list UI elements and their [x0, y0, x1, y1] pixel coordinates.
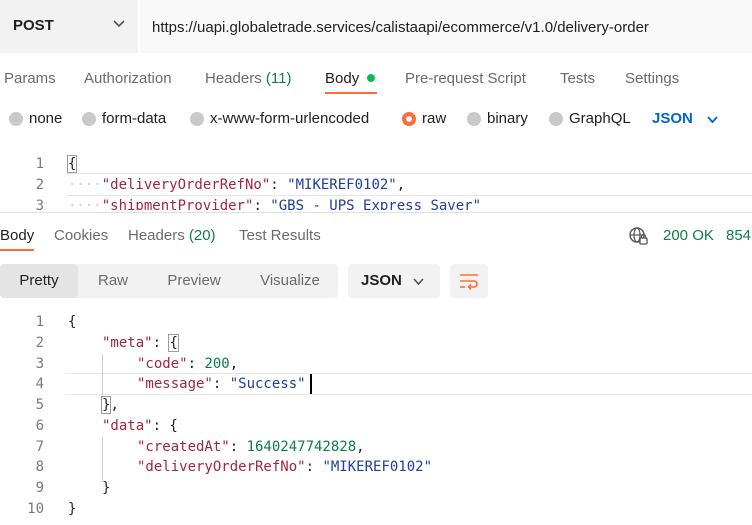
code-brace-close: }: [68, 501, 77, 517]
resp-tab-cookies[interactable]: Cookies: [54, 227, 108, 244]
json-key: "shipmentProvider": [101, 198, 254, 210]
code-line: "createdAt": 1640247742828,: [137, 439, 365, 455]
json-key: "createdAt": [137, 439, 230, 455]
request-body-editor[interactable]: 1 { 2 ····"deliveryOrderRefNo": "MIKEREF…: [0, 150, 752, 210]
resp-tab-headers[interactable]: Headers (20): [128, 227, 216, 244]
code-line: ····"deliveryOrderRefNo": "MIKEREF0102",: [68, 177, 406, 193]
tab-params[interactable]: Params: [4, 70, 56, 87]
resp-tab-body[interactable]: Body: [0, 227, 34, 244]
text-cursor: [310, 374, 312, 394]
radio-none-label[interactable]: none: [29, 110, 62, 127]
globe-icon[interactable]: [628, 226, 648, 246]
line-number: 2: [35, 177, 44, 193]
radio-graphql[interactable]: [549, 112, 563, 126]
line-number: 1: [35, 156, 44, 172]
json-key: "deliveryOrderRefNo": [137, 459, 306, 475]
pane-divider[interactable]: [0, 212, 752, 213]
json-number: 200: [204, 356, 230, 372]
json-key: "message": [137, 376, 213, 392]
radio-form-data[interactable]: [82, 112, 96, 126]
code-line: "message": "Success": [137, 376, 306, 392]
resp-tab-headers-count: (20): [188, 227, 216, 244]
radio-urlencoded-label[interactable]: x-www-form-urlencoded: [210, 110, 369, 127]
tab-pre-request-script[interactable]: Pre-request Script: [405, 70, 526, 87]
chevron-down-icon[interactable]: [112, 16, 126, 30]
method-label: POST: [13, 17, 54, 34]
code-line: "meta": {: [102, 334, 179, 352]
chevron-down-icon: [413, 278, 424, 286]
line-number: 10: [27, 501, 44, 517]
wrap-lines-icon: [460, 274, 478, 290]
line-number: 3: [35, 356, 44, 372]
brace: {: [168, 334, 179, 352]
tab-headers[interactable]: Headers (11): [205, 70, 291, 87]
json-string: "MIKEREF0102": [287, 177, 397, 193]
active-tab-underline: [325, 92, 377, 94]
line-number: 9: [35, 480, 44, 496]
radio-urlencoded[interactable]: [190, 112, 204, 126]
json-key: "deliveryOrderRefNo": [101, 177, 271, 193]
line-number: 2: [35, 335, 44, 351]
line-number: 8: [35, 459, 44, 475]
radio-form-data-label[interactable]: form-data: [102, 110, 166, 127]
code-line: "deliveryOrderRefNo": "MIKEREF0102": [137, 459, 433, 475]
radio-none[interactable]: [9, 112, 23, 126]
line-number: 6: [35, 418, 44, 434]
code-brace-open: {: [68, 314, 77, 330]
view-pretty-button[interactable]: Pretty: [0, 264, 78, 298]
code-line: {: [66, 155, 78, 173]
format-label: JSON: [361, 272, 402, 289]
radio-raw-label[interactable]: raw: [422, 110, 446, 127]
radio-binary-label[interactable]: binary: [487, 110, 528, 127]
view-raw-button[interactable]: Raw: [80, 264, 146, 298]
tab-body[interactable]: Body: [325, 70, 359, 87]
radio-binary[interactable]: [467, 112, 481, 126]
tab-headers-count: (11): [265, 70, 292, 87]
json-key: "data": [102, 418, 153, 434]
active-tab-underline: [0, 249, 34, 251]
tab-settings[interactable]: Settings: [625, 70, 679, 87]
resp-tab-headers-label: Headers: [128, 227, 185, 244]
view-visualize-button[interactable]: Visualize: [244, 264, 336, 298]
code-line: },: [100, 396, 119, 414]
body-indicator-dot: [367, 74, 375, 82]
line-number: 5: [35, 397, 44, 413]
view-preview-button[interactable]: Preview: [152, 264, 236, 298]
json-key: "meta": [102, 335, 153, 351]
radio-raw[interactable]: [402, 112, 416, 126]
code-line: ····"shipmentProvider": "GBS - UPS Expre…: [68, 198, 481, 210]
indent-guide: [102, 354, 103, 398]
resp-tab-test-results[interactable]: Test Results: [239, 227, 321, 244]
response-size[interactable]: 854: [726, 227, 751, 244]
tab-authorization[interactable]: Authorization: [84, 70, 172, 87]
language-select[interactable]: JSON: [652, 110, 693, 127]
json-number: 1640247742828: [246, 439, 357, 455]
json-string: "MIKEREF0102": [322, 459, 433, 475]
radio-graphql-label[interactable]: GraphQL: [569, 110, 631, 127]
tab-tests[interactable]: Tests: [560, 70, 595, 87]
code-brace-close: }: [102, 480, 111, 496]
line-number: 3: [35, 198, 44, 210]
line-number: 1: [35, 314, 44, 330]
json-string: "Success": [229, 376, 306, 392]
code-line: "code": 200,: [137, 356, 239, 372]
json-key: "code": [137, 356, 188, 372]
brace: {: [66, 155, 78, 173]
chevron-down-icon[interactable]: [706, 113, 719, 126]
url-text[interactable]: https://uapi.globaletrade.services/calis…: [152, 19, 649, 36]
code-line: "data": {: [102, 418, 178, 434]
line-number: 4: [35, 376, 44, 392]
status-code[interactable]: 200 OK: [663, 227, 714, 244]
indent-guide: [102, 437, 103, 481]
tab-headers-label: Headers: [205, 70, 262, 87]
line-number: 7: [35, 439, 44, 455]
json-string: "GBS - UPS Express Saver": [270, 198, 482, 210]
